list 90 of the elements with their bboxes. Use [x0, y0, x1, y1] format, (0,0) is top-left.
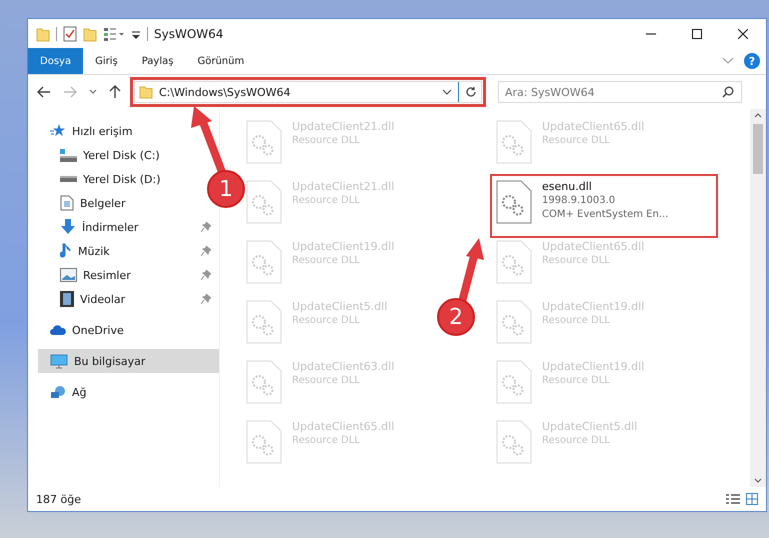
- file-name: UpdateClient21.dll: [292, 120, 394, 134]
- pin-icon[interactable]: [201, 246, 211, 256]
- file-name: UpdateClient21.dll: [292, 180, 394, 194]
- file-item[interactable]: esenu.dll 1998.9.1003.0 COM+ EventSystem En...: [492, 176, 716, 236]
- drive-icon: [60, 176, 77, 182]
- dll-file-icon: [246, 120, 282, 164]
- ribbon-tab[interactable]: Giriş: [83, 48, 130, 74]
- file-detail: Resource DLL: [292, 314, 361, 328]
- sidebar-item[interactable]: Ağ: [28, 380, 219, 404]
- scrollbar[interactable]: [750, 109, 766, 487]
- refresh-icon[interactable]: [465, 86, 477, 98]
- file-detail: 1998.9.1003.0: [542, 194, 616, 208]
- sidebar-item[interactable]: İndirmeler: [28, 215, 146, 239]
- file-detail: COM+ EventSystem En...: [542, 208, 668, 222]
- download-arrow-icon: [60, 219, 76, 235]
- close-icon: [738, 28, 748, 38]
- file-name: UpdateClient5.dll: [292, 300, 388, 314]
- star-icon: [50, 124, 66, 138]
- checklist-icon[interactable]: [63, 26, 77, 42]
- address-path: C:\Windows\SysWOW64: [159, 86, 292, 98]
- film-icon: [60, 291, 74, 307]
- dll-file-icon: [496, 360, 532, 404]
- drive-icon: [60, 148, 77, 162]
- window-title: SysWOW64: [154, 26, 224, 40]
- pin-icon[interactable]: [201, 270, 211, 280]
- chevron-down-icon[interactable]: [442, 89, 452, 95]
- sidebar-item[interactable]: Resimler: [28, 263, 139, 287]
- file-name: UpdateClient19.dll: [542, 300, 644, 314]
- file-detail: Resource DLL: [542, 134, 611, 148]
- sidebar-item[interactable]: Yerel Disk (D:): [28, 167, 169, 191]
- music-note-icon: [60, 243, 72, 259]
- picture-icon: [60, 268, 77, 282]
- search-field[interactable]: Ara: SysWOW64: [498, 81, 742, 103]
- sidebar-item[interactable]: Bu bilgisayar: [38, 349, 219, 373]
- item-count: 187 öğe: [36, 492, 81, 506]
- details-view-icon[interactable]: [726, 493, 740, 505]
- file-detail: Resource DLL: [542, 434, 611, 448]
- file-detail: Resource DLL: [292, 254, 361, 268]
- ribbon-tab[interactable]: Görünüm: [185, 48, 256, 74]
- file-name: UpdateClient19.dll: [542, 360, 644, 374]
- dll-file-icon: [496, 240, 532, 284]
- folder-icon: [139, 85, 153, 99]
- large-icons-view-icon[interactable]: [746, 493, 758, 505]
- scroll-down-icon[interactable]: [754, 478, 762, 483]
- dll-file-icon: [496, 180, 532, 224]
- dll-file-icon: [496, 120, 532, 164]
- sidebar-item[interactable]: Hızlı erişim: [28, 119, 219, 143]
- sidebar-item[interactable]: Videolar: [28, 287, 134, 311]
- file-name: UpdateClient65.dll: [542, 240, 644, 254]
- file-detail: Resource DLL: [292, 134, 361, 148]
- help-button[interactable]: ?: [744, 53, 760, 69]
- file-name: UpdateClient65.dll: [542, 120, 644, 134]
- dll-file-icon: [496, 420, 532, 464]
- document-icon: [60, 195, 74, 211]
- monitor-icon: [50, 354, 68, 368]
- ribbon-tab[interactable]: Paylaş: [130, 48, 186, 74]
- minimize-icon: [646, 32, 656, 34]
- properties-icon[interactable]: [103, 26, 125, 42]
- chevron-down-icon[interactable]: [89, 89, 97, 95]
- up-arrow-icon[interactable]: [109, 85, 121, 99]
- back-arrow-icon[interactable]: [37, 86, 51, 98]
- file-detail: Resource DLL: [542, 254, 611, 268]
- sidebar-item[interactable]: Yerel Disk (C:): [28, 143, 168, 167]
- file-name: UpdateClient65.dll: [292, 420, 394, 434]
- scrollbar-thumb[interactable]: [753, 124, 763, 174]
- file-detail: Resource DLL: [292, 194, 361, 208]
- maximize-icon: [692, 28, 702, 38]
- sidebar-item[interactable]: Müzik: [28, 239, 118, 263]
- scroll-up-icon[interactable]: [754, 113, 762, 118]
- file-name: UpdateClient5.dll: [542, 420, 638, 434]
- file-detail: Resource DLL: [292, 374, 361, 388]
- dll-file-icon: [496, 300, 532, 344]
- file-name: esenu.dll: [542, 180, 593, 194]
- file-detail: Resource DLL: [542, 314, 611, 328]
- file-name: UpdateClient19.dll: [292, 240, 394, 254]
- dll-file-icon: [246, 180, 282, 224]
- dll-file-icon: [246, 420, 282, 464]
- file-detail: Resource DLL: [542, 374, 611, 388]
- file-detail: Resource DLL: [292, 434, 361, 448]
- dll-file-icon: [246, 240, 282, 284]
- ribbon-tab[interactable]: Dosya: [28, 48, 84, 74]
- dll-file-icon: [246, 300, 282, 344]
- cloud-icon: [50, 324, 66, 336]
- file-name: UpdateClient63.dll: [292, 360, 394, 374]
- pin-icon[interactable]: [201, 222, 211, 232]
- sidebar-item[interactable]: OneDrive: [28, 318, 219, 342]
- dll-file-icon: [246, 360, 282, 404]
- network-icon: [50, 384, 66, 400]
- pin-icon[interactable]: [201, 294, 211, 304]
- sidebar-item[interactable]: Belgeler: [28, 191, 134, 215]
